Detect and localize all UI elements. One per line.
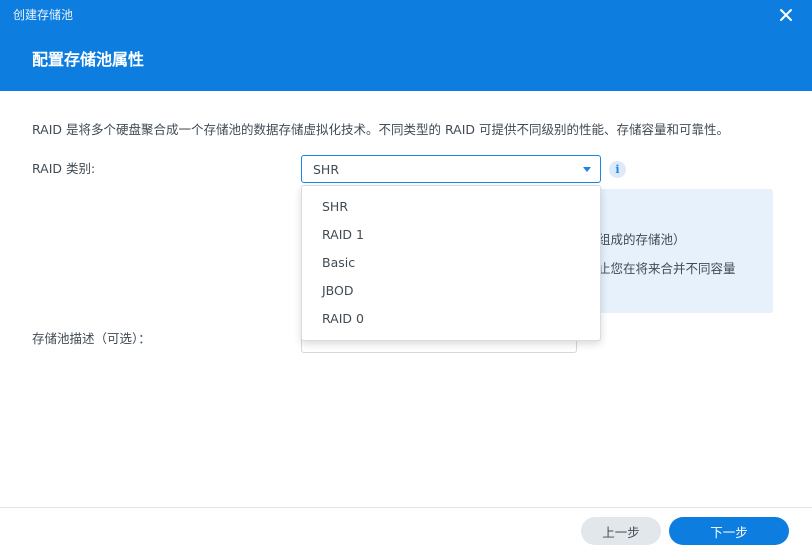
chevron-down-icon bbox=[583, 167, 591, 172]
dropdown-option-shr[interactable]: SHR bbox=[302, 193, 600, 221]
step-title: 配置存储池属性 bbox=[32, 50, 145, 69]
dropdown-option-label: RAID 1 bbox=[322, 227, 364, 242]
dropdown-option-label: Basic bbox=[322, 255, 356, 270]
info-icon[interactable]: i bbox=[609, 161, 626, 178]
window-title: 创建存储池 bbox=[13, 8, 74, 22]
dialog-header: 创建存储池 配置存储池属性 bbox=[0, 0, 812, 91]
dropdown-option-jbod[interactable]: JBOD bbox=[302, 277, 600, 305]
close-icon bbox=[780, 9, 792, 21]
raid-type-select[interactable]: SHR bbox=[301, 155, 601, 183]
raid-type-selected-value: SHR bbox=[313, 162, 340, 177]
info-panel-line-1: 组成的存储池） bbox=[598, 232, 686, 247]
dropdown-option-raid1[interactable]: RAID 1 bbox=[302, 221, 600, 249]
dropdown-option-raid0[interactable]: RAID 0 bbox=[302, 305, 600, 333]
next-button[interactable]: 下一步 bbox=[669, 517, 789, 545]
info-panel-line-2: 止您在将来合并不同容量 bbox=[598, 261, 736, 276]
dropdown-option-basic[interactable]: Basic bbox=[302, 249, 600, 277]
dropdown-option-label: JBOD bbox=[322, 283, 354, 298]
dropdown-option-label: RAID 0 bbox=[322, 311, 364, 326]
previous-button[interactable]: 上一步 bbox=[581, 517, 661, 545]
raid-description: RAID 是将多个硬盘聚合成一个存储池的数据存储虚拟化技术。不同类型的 RAID… bbox=[32, 122, 730, 137]
dropdown-option-label: SHR bbox=[322, 199, 349, 214]
pool-description-label: 存储池描述（可选）： bbox=[32, 331, 151, 346]
footer-divider bbox=[0, 507, 812, 508]
raid-type-label: RAID 类别: bbox=[32, 161, 96, 176]
raid-type-dropdown: SHR RAID 1 Basic JBOD RAID 0 bbox=[301, 185, 601, 341]
close-button[interactable] bbox=[774, 4, 798, 26]
